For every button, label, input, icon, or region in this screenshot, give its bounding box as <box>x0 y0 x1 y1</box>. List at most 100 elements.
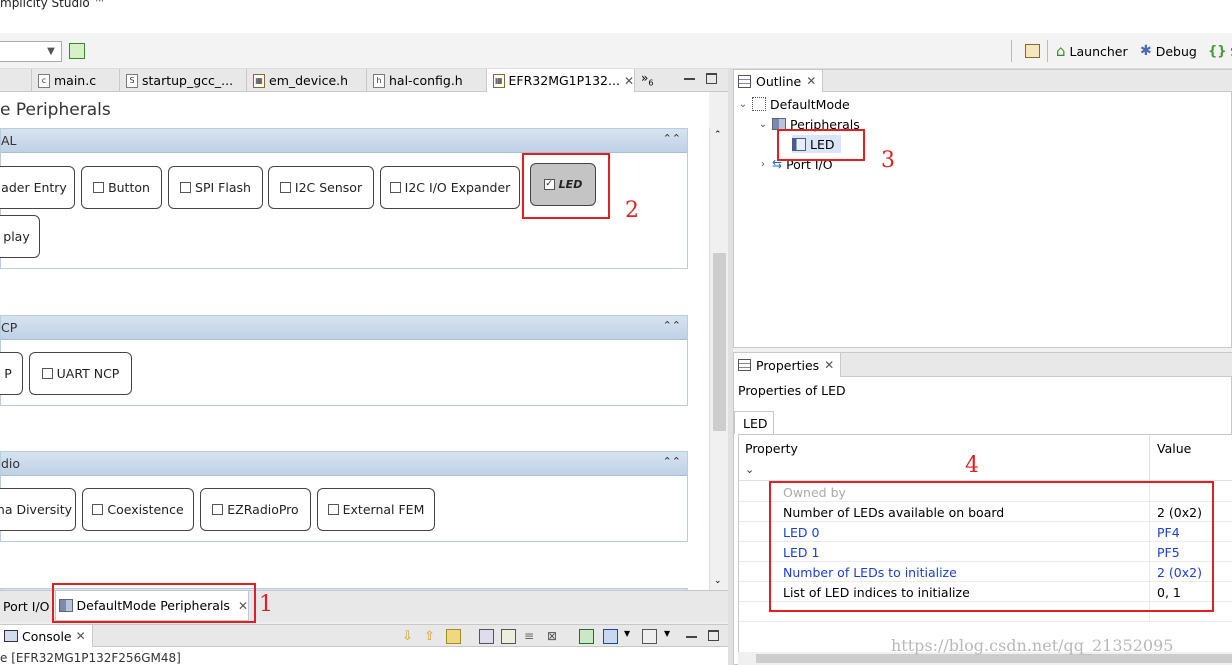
peripheral-button-coexistence[interactable]: Coexistence <box>82 488 194 531</box>
scroll-lock-icon[interactable] <box>501 629 516 644</box>
chevron-down-icon[interactable]: ⌄ <box>738 99 748 110</box>
properties-section-tab[interactable]: LED <box>734 411 774 434</box>
group-header[interactable]: AL ⌃⌃ <box>1 129 687 153</box>
editor-tab-bar: c main.c S startup_gcc_... ▦ em_device.h… <box>0 69 728 92</box>
chevron-right-icon[interactable]: › <box>758 159 768 170</box>
s-perspective-button[interactable]: {} S <box>1208 41 1232 61</box>
scrollbar-thumb[interactable] <box>756 654 1232 663</box>
editor-vertical-scrollbar[interactable]: ⌃ ⌄ <box>709 128 728 590</box>
group-header[interactable]: dio ⌃⌃ <box>1 452 687 476</box>
arrow-up-icon[interactable]: ⇧ <box>424 629 439 644</box>
tab-overflow-button[interactable]: »6 <box>641 71 653 87</box>
scroll-down-icon[interactable]: ⌄ <box>714 576 722 586</box>
launcher-button[interactable]: ⌂ Launcher <box>1056 41 1128 61</box>
chevron-down-icon[interactable]: ⌄ <box>745 463 754 476</box>
launcher-label: Launcher <box>1069 43 1128 59</box>
new-console-icon[interactable] <box>579 629 594 644</box>
group-header[interactable]: CP ⌃⌃ <box>1 316 687 340</box>
word-wrap-icon[interactable]: ≡ <box>524 629 539 644</box>
home-icon: ⌂ <box>1056 42 1066 60</box>
board-icon[interactable] <box>69 43 85 59</box>
chevron-down-icon[interactable]: ▼ <box>664 629 670 638</box>
close-icon[interactable]: ✕ <box>806 74 816 88</box>
editor-tab-startup[interactable]: S startup_gcc_... <box>120 69 247 92</box>
editor-tab-main-c[interactable]: c main.c <box>32 69 120 92</box>
peripheral-label: Button <box>108 180 150 195</box>
minimize-icon[interactable] <box>684 78 695 80</box>
debug-icon: ✱ <box>1140 43 1152 59</box>
peripheral-button-button[interactable]: Button <box>81 166 162 209</box>
watermark: https://blog.csdn.net/qq_21352095 <box>891 636 1174 655</box>
close-icon[interactable]: ✕ <box>624 74 634 88</box>
checkbox-icon <box>327 504 339 515</box>
scroll-up-icon[interactable]: ⌃ <box>714 130 722 140</box>
editor-tab-label: main.c <box>54 73 97 88</box>
peripheral-label: EZRadioPro <box>227 502 299 517</box>
tab-label: Outline <box>756 73 802 89</box>
collapse-icon[interactable]: ⌃⌃ <box>663 132 681 145</box>
collapse-icon[interactable]: ⌃⌃ <box>663 319 681 332</box>
chevron-down-icon[interactable]: ⌄ <box>758 119 768 130</box>
properties-subtitle: Properties of LED <box>738 383 846 398</box>
peripheral-button-bootloader[interactable]: ader Entry <box>0 166 75 209</box>
collapse-icon[interactable]: ⌃⌃ <box>663 455 681 468</box>
h-file-icon: h <box>373 73 385 88</box>
link-with-editor-icon[interactable] <box>446 629 461 644</box>
editor-tab-0[interactable] <box>0 69 32 92</box>
outline-icon <box>738 74 751 88</box>
annotation-label-3: 3 <box>881 148 895 173</box>
editor-tab-efr32[interactable]: ▦ EFR32MG1P132... ✕ <box>487 69 635 92</box>
column-header-property[interactable]: Property <box>745 441 798 456</box>
close-icon[interactable]: ✕ <box>76 629 86 643</box>
overflow-count: 6 <box>648 78 654 88</box>
peripheral-button-ezradiopro[interactable]: EZRadioPro <box>200 488 311 531</box>
tree-node-defaultmode[interactable]: ⌄ DefaultMode <box>738 95 850 113</box>
peripheral-button-uart-ncp[interactable]: UART NCP <box>29 352 132 395</box>
annotation-box-2 <box>522 153 610 219</box>
peripheral-button-display[interactable]: play <box>0 215 40 258</box>
peripheral-button-i2c-sensor[interactable]: I2C Sensor <box>268 166 374 209</box>
scrollbar-thumb[interactable] <box>713 253 726 431</box>
mode-icon <box>752 97 766 111</box>
c-file-icon: c <box>38 73 50 88</box>
editor-tab-hal-config[interactable]: h hal-config.h <box>367 69 487 92</box>
arrow-down-icon[interactable]: ⇩ <box>402 629 417 644</box>
console-output: e [EFR32MG1P132F256GM48] <box>0 651 181 665</box>
peripheral-label: SPI Flash <box>195 180 251 195</box>
peripheral-label: I2C I/O Expander <box>404 180 511 195</box>
peripheral-button-spi-ncp[interactable]: P <box>0 352 23 395</box>
chevron-down-icon[interactable]: ▼ <box>44 44 58 59</box>
tab-properties[interactable]: Properties ✕ <box>734 353 842 377</box>
annotation-box-1 <box>52 583 256 623</box>
peripheral-button-antenna-diversity[interactable]: na Diversity <box>0 488 76 531</box>
column-header-value[interactable]: Value <box>1157 441 1191 456</box>
editor-tab-label: em_device.h <box>269 73 349 88</box>
braces-icon: {} <box>1208 43 1227 59</box>
open-console-icon[interactable] <box>642 629 657 644</box>
pin-icon[interactable] <box>479 629 494 644</box>
tab-label: Console <box>22 628 72 644</box>
clear-console-icon[interactable]: ⊠ <box>547 629 562 644</box>
minimize-icon[interactable] <box>686 636 697 638</box>
tab-console[interactable]: Console ✕ <box>0 625 93 647</box>
checkbox-icon <box>93 182 105 193</box>
peripheral-label: UART NCP <box>56 366 120 381</box>
peripheral-button-spi-flash[interactable]: SPI Flash <box>168 166 263 209</box>
peripheral-button-i2c-io-expander[interactable]: I2C I/O Expander <box>380 166 520 209</box>
open-perspective-icon[interactable] <box>1025 44 1040 58</box>
close-icon[interactable]: ✕ <box>824 358 834 372</box>
maximize-icon[interactable] <box>708 630 719 641</box>
tab-port-io[interactable]: Port I/O <box>3 591 53 621</box>
chevron-down-icon[interactable]: ▼ <box>624 629 630 638</box>
debug-button[interactable]: ✱ Debug <box>1140 41 1197 61</box>
peripheral-label: Coexistence <box>107 502 184 517</box>
maximize-icon[interactable] <box>706 73 717 84</box>
editor-tab-em-device[interactable]: ▦ em_device.h <box>247 69 367 92</box>
peripheral-button-external-fem[interactable]: External FEM <box>317 488 435 531</box>
peripheral-label: I2C Sensor <box>294 180 363 195</box>
perspective-combo[interactable]: ▼ <box>0 41 62 62</box>
display-console-icon[interactable] <box>603 629 618 644</box>
tab-outline[interactable]: Outline ✕ <box>734 70 824 92</box>
properties-tab-bar: Properties ✕ <box>734 353 1232 377</box>
console-view: Console ✕ ⇩ ⇧ ≡ ⊠ ▼ ▼ e [EFR32MG1P132F25… <box>0 624 728 665</box>
